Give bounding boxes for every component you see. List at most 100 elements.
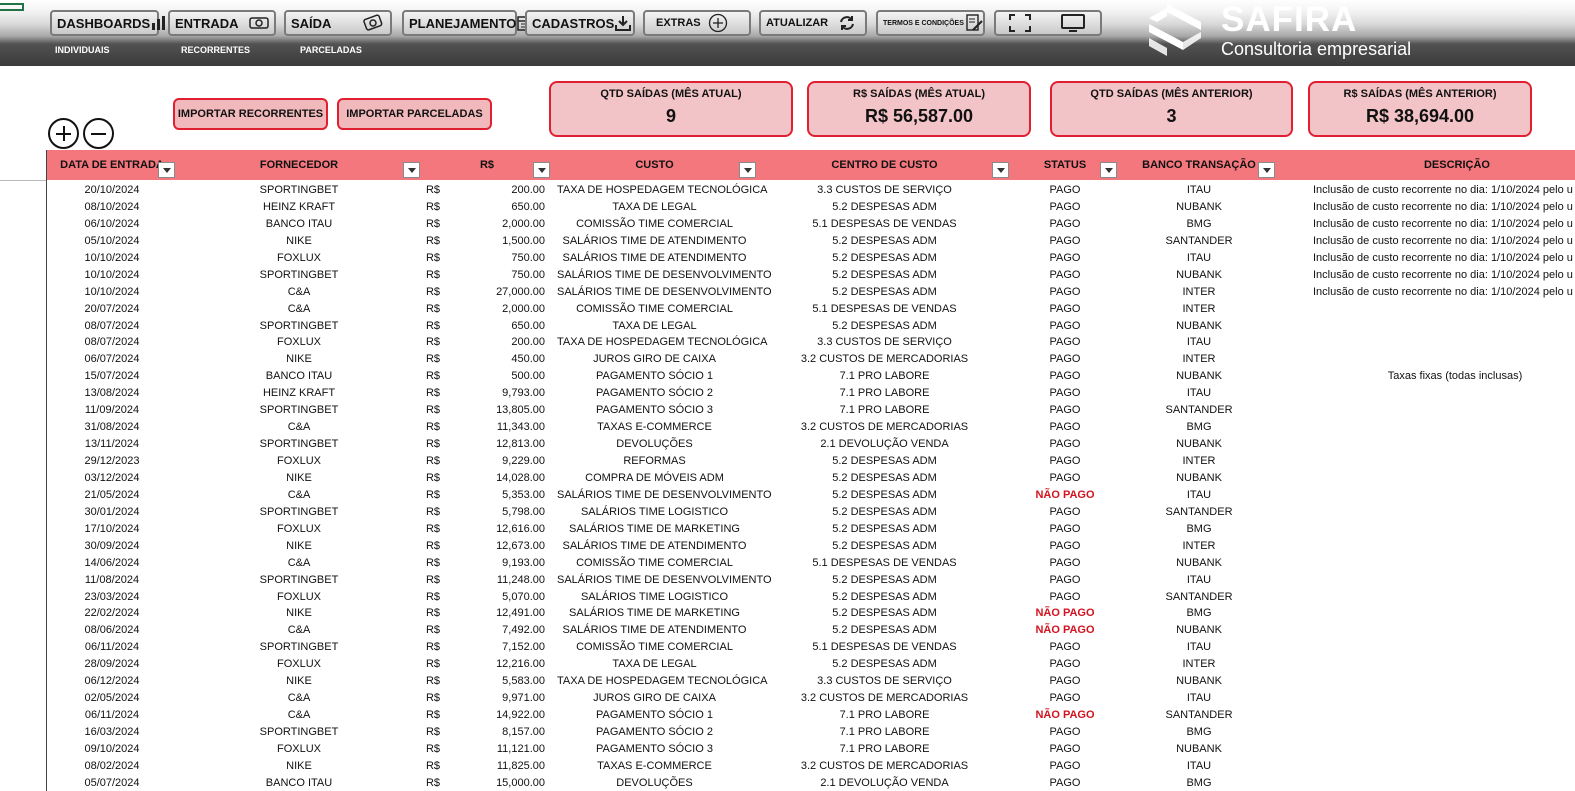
cell-status[interactable]: PAGO [1015,351,1115,368]
cell-date[interactable]: 05/07/2024 [47,775,177,791]
cell-status[interactable]: PAGO [1015,741,1115,758]
filter-dropdown-icon[interactable] [1100,162,1117,178]
cell-banco[interactable]: NUBANK [1147,741,1251,758]
cell-centro-custo[interactable]: 3.3 CUSTOS DE SERVIÇO [792,182,977,199]
table-row[interactable]: 08/10/2024 HEINZ KRAFT R$ 650.00 TAXA DE LEG… [47,199,1575,216]
cell-fornecedor[interactable]: BANCO ITAU [225,368,373,385]
cell-fornecedor[interactable]: FOXLUX [225,521,373,538]
cell-banco[interactable]: INTER [1147,301,1251,318]
cell-status[interactable]: PAGO [1015,284,1115,301]
table-row[interactable]: 22/02/2024 NIKE R$ 12,491.00 SALÁRIOS TIME D… [47,605,1575,622]
cell-custo[interactable]: SALÁRIOS TIME DE ATENDIMENTO [557,622,752,639]
table-row[interactable]: 08/07/2024 SPORTINGBET R$ 650.00 TAXA DE LEG… [47,318,1575,335]
cell-descricao[interactable] [1313,504,1575,521]
table-row[interactable]: 30/09/2024 NIKE R$ 12,673.00 SALÁRIOS TIME D… [47,538,1575,555]
cell-value[interactable]: 9,971.00 [447,690,545,707]
cell-date[interactable]: 11/08/2024 [47,572,177,589]
cell-date[interactable]: 08/10/2024 [47,199,177,216]
cell-currency[interactable]: R$ [421,538,445,555]
cell-value[interactable]: 14,028.00 [447,470,545,487]
cell-status[interactable]: PAGO [1015,453,1115,470]
cell-descricao[interactable] [1313,351,1575,368]
cell-currency[interactable]: R$ [421,572,445,589]
cell-status[interactable]: PAGO [1015,470,1115,487]
cell-centro-custo[interactable]: 7.1 PRO LABORE [792,385,977,402]
table-row[interactable]: 13/08/2024 HEINZ KRAFT R$ 9,793.00 PAGAMENTO… [47,385,1575,402]
cell-centro-custo[interactable]: 3.3 CUSTOS DE SERVIÇO [792,334,977,351]
table-row[interactable]: 14/06/2024 C&A R$ 9,193.00 COMISSÃO TIME COM… [47,555,1575,572]
cell-custo[interactable]: COMPRA DE MÓVEIS ADM [557,470,752,487]
cell-descricao[interactable]: Inclusão de custo recorrente no dia: 1/1… [1313,267,1575,284]
filter-dropdown-icon[interactable] [1258,162,1275,178]
cell-status[interactable]: NÃO PAGO [1015,487,1115,504]
cell-descricao[interactable] [1313,470,1575,487]
cell-date[interactable]: 21/05/2024 [47,487,177,504]
cell-value[interactable]: 14,922.00 [447,707,545,724]
cell-date[interactable]: 08/06/2024 [47,622,177,639]
cell-banco[interactable]: NUBANK [1147,470,1251,487]
filter-dropdown-icon[interactable] [739,162,756,178]
cell-fornecedor[interactable]: FOXLUX [225,250,373,267]
cadastros-button[interactable]: CADASTROS [525,10,635,36]
cell-currency[interactable]: R$ [421,199,445,216]
cell-custo[interactable]: PAGAMENTO SÓCIO 1 [557,368,752,385]
cell-centro-custo[interactable]: 3.2 CUSTOS DE MERCADORIAS [792,690,977,707]
cell-currency[interactable]: R$ [421,402,445,419]
table-row[interactable]: 02/05/2024 C&A R$ 9,971.00 JUROS GIRO DE CAI… [47,690,1575,707]
cell-custo[interactable]: SALÁRIOS TIME DE MARKETING [557,605,752,622]
cell-value[interactable]: 5,798.00 [447,504,545,521]
table-row[interactable]: 10/10/2024 SPORTINGBET R$ 750.00 SALÁRIOS TI… [47,267,1575,284]
cell-date[interactable]: 09/10/2024 [47,741,177,758]
table-row[interactable]: 06/11/2024 SPORTINGBET R$ 7,152.00 COMISSÃO … [47,639,1575,656]
cell-banco[interactable]: INTER [1147,538,1251,555]
cell-centro-custo[interactable]: 5.2 DESPESAS ADM [792,267,977,284]
cell-currency[interactable]: R$ [421,741,445,758]
cell-banco[interactable]: INTER [1147,284,1251,301]
cell-fornecedor[interactable]: NIKE [225,673,373,690]
cell-date[interactable]: 10/10/2024 [47,250,177,267]
cell-fornecedor[interactable]: SPORTINGBET [225,639,373,656]
cell-currency[interactable]: R$ [421,656,445,673]
cell-status[interactable]: PAGO [1015,267,1115,284]
cell-banco[interactable]: NUBANK [1147,622,1251,639]
cell-banco[interactable]: SANTANDER [1147,707,1251,724]
cell-banco[interactable]: NUBANK [1147,199,1251,216]
cell-centro-custo[interactable]: 7.1 PRO LABORE [792,707,977,724]
cell-fornecedor[interactable]: FOXLUX [225,589,373,606]
cell-centro-custo[interactable]: 3.2 CUSTOS DE MERCADORIAS [792,351,977,368]
cell-status[interactable]: PAGO [1015,250,1115,267]
table-row[interactable]: 21/05/2024 C&A R$ 5,353.00 SALÁRIOS TIME DE … [47,487,1575,504]
cell-descricao[interactable]: Inclusão de custo recorrente no dia: 1/1… [1313,216,1575,233]
cell-banco[interactable]: NUBANK [1147,555,1251,572]
table-row[interactable]: 10/10/2024 C&A R$ 27,000.00 SALÁRIOS TIME DE… [47,284,1575,301]
cell-value[interactable]: 5,070.00 [447,589,545,606]
cell-banco[interactable]: BMG [1147,419,1251,436]
cell-fornecedor[interactable]: SPORTINGBET [225,267,373,284]
cell-custo[interactable]: JUROS GIRO DE CAIXA [557,690,752,707]
table-row[interactable]: 20/07/2024 C&A R$ 2,000.00 COMISSÃO TIME COM… [47,301,1575,318]
cell-custo[interactable]: SALÁRIOS TIME DE DESENVOLVIMENTO [557,572,772,589]
collapse-minus-button[interactable] [83,118,114,149]
cell-date[interactable]: 11/09/2024 [47,402,177,419]
cell-banco[interactable]: BMG [1147,605,1251,622]
cell-custo[interactable]: SALÁRIOS TIME DE MARKETING [557,521,752,538]
cell-fornecedor[interactable]: FOXLUX [225,453,373,470]
cell-status[interactable]: PAGO [1015,538,1115,555]
table-row[interactable]: 16/03/2024 SPORTINGBET R$ 8,157.00 PAGAMENTO… [47,724,1575,741]
planejamento-button[interactable]: PLANEJAMENTO [402,10,534,36]
cell-centro-custo[interactable]: 5.2 DESPESAS ADM [792,318,977,335]
cell-centro-custo[interactable]: 5.2 DESPESAS ADM [792,233,977,250]
cell-status[interactable]: PAGO [1015,199,1115,216]
cell-status[interactable]: PAGO [1015,758,1115,775]
cell-currency[interactable]: R$ [421,351,445,368]
cell-centro-custo[interactable]: 7.1 PRO LABORE [792,402,977,419]
table-row[interactable]: 10/10/2024 FOXLUX R$ 750.00 SALÁRIOS TIME DE… [47,250,1575,267]
cell-centro-custo[interactable]: 5.2 DESPESAS ADM [792,572,977,589]
cell-descricao[interactable] [1313,690,1575,707]
cell-descricao[interactable] [1313,639,1575,656]
cell-centro-custo[interactable]: 5.2 DESPESAS ADM [792,656,977,673]
cell-banco[interactable]: ITAU [1147,385,1251,402]
cell-date[interactable]: 20/10/2024 [47,182,177,199]
cell-custo[interactable]: TAXA DE LEGAL [557,318,752,335]
cell-descricao[interactable] [1313,419,1575,436]
